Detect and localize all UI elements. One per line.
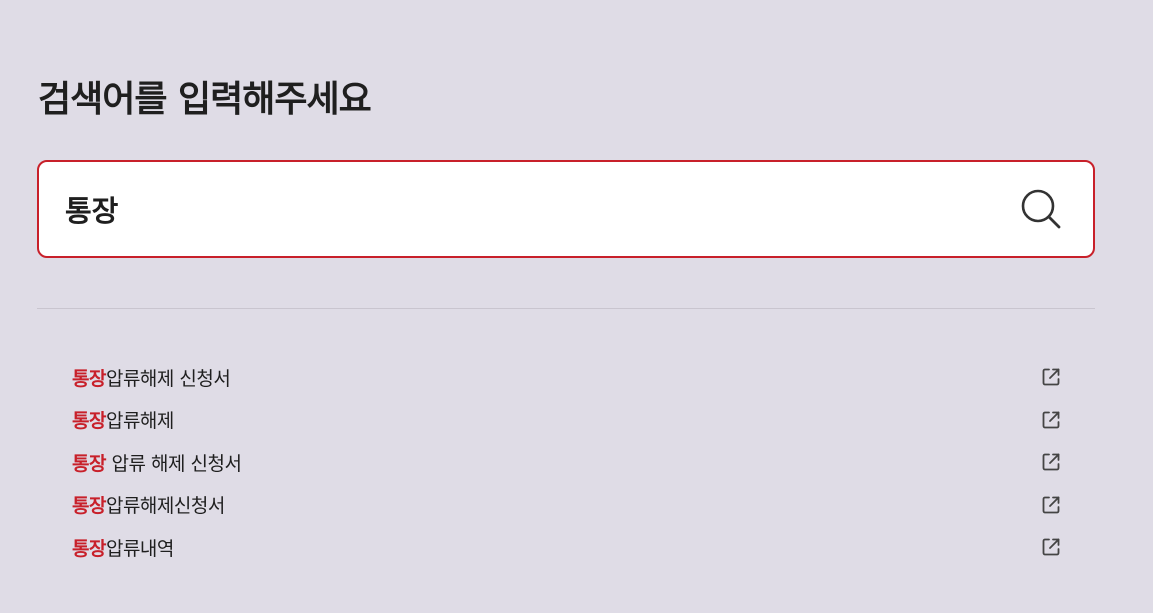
external-link-icon[interactable] xyxy=(1040,451,1062,473)
suggestion-item[interactable]: 통장압류해제신청서 xyxy=(72,484,1064,527)
suggestion-list: 통장압류해제 신청서 통장압류해제 통장 압류 해제 신청서 통장압류해제신청서… xyxy=(72,356,1064,569)
suggestion-item[interactable]: 통장압류해제 xyxy=(72,399,1064,442)
suggestion-label: 통장압류해제 xyxy=(72,406,174,433)
suggestion-rest: 압류내역 xyxy=(105,537,174,560)
suggestion-highlight: 통장 xyxy=(72,367,106,390)
search-icon xyxy=(1021,189,1061,229)
suggestion-highlight: 통장 xyxy=(72,410,106,433)
suggestion-highlight: 통장 xyxy=(72,495,106,518)
suggestion-item[interactable]: 통장압류해제 신청서 xyxy=(72,356,1064,399)
suggestion-label: 통장압류내역 xyxy=(72,534,174,561)
external-link-icon[interactable] xyxy=(1040,366,1062,388)
suggestion-highlight: 통장 xyxy=(72,452,106,475)
suggestion-rest: 압류해제 xyxy=(105,410,174,433)
page-title: 검색어를 입력해주세요 xyxy=(38,79,372,120)
suggestion-item[interactable]: 통장 압류 해제 신청서 xyxy=(72,441,1064,484)
suggestion-item[interactable]: 통장압류내역 xyxy=(72,526,1064,569)
suggestion-rest: 압류해제신청서 xyxy=(105,495,225,518)
suggestion-rest: 압류해제 신청서 xyxy=(105,367,231,390)
suggestion-rest: 압류 해제 신청서 xyxy=(105,452,242,475)
suggestion-highlight: 통장 xyxy=(72,537,106,560)
divider xyxy=(37,308,1095,309)
external-link-icon[interactable] xyxy=(1040,409,1062,431)
search-page: 검색어를 입력해주세요 통장압류해제 신청서 통장압류해제 xyxy=(0,0,1153,613)
external-link-icon[interactable] xyxy=(1040,536,1062,558)
search-button[interactable] xyxy=(1019,187,1063,231)
suggestion-label: 통장 압류 해제 신청서 xyxy=(72,449,242,476)
search-box xyxy=(37,160,1095,258)
search-input[interactable] xyxy=(65,184,965,234)
suggestion-label: 통장압류해제 신청서 xyxy=(72,364,231,391)
suggestion-label: 통장압류해제신청서 xyxy=(72,491,225,518)
external-link-icon[interactable] xyxy=(1040,494,1062,516)
